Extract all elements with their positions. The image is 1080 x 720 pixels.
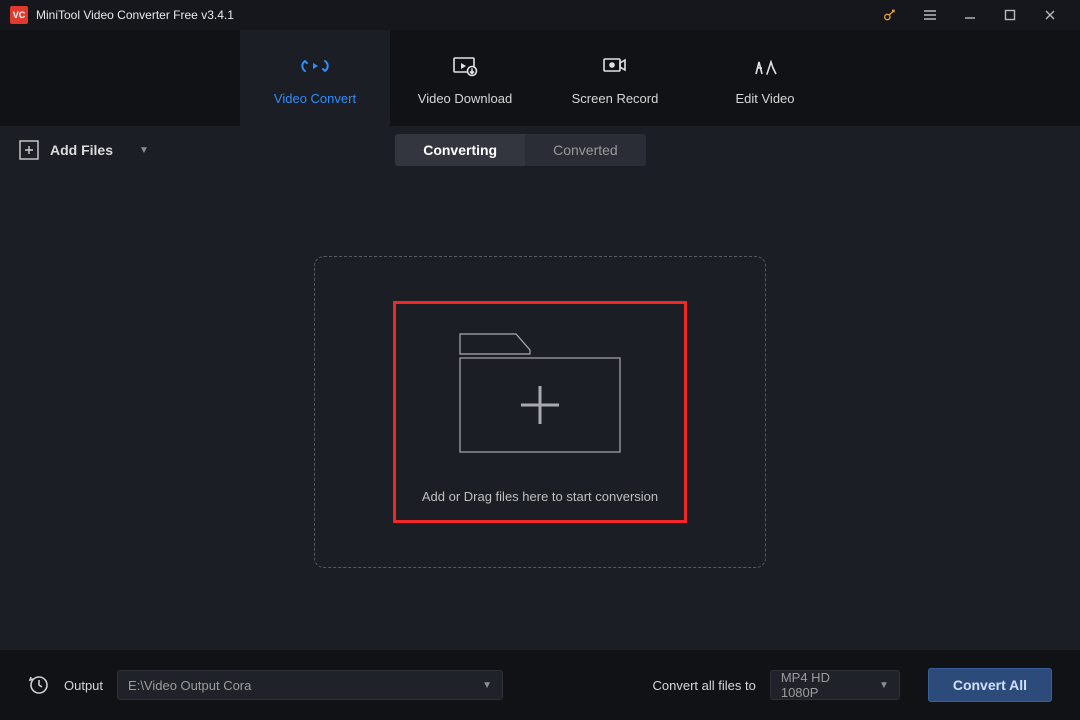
maximize-button[interactable] bbox=[990, 0, 1030, 30]
close-button[interactable] bbox=[1030, 0, 1070, 30]
add-file-icon bbox=[18, 139, 40, 161]
tab-label: Edit Video bbox=[735, 91, 794, 106]
output-path-select[interactable]: E:\Video Output Cora ▼ bbox=[117, 670, 503, 700]
add-files-label: Add Files bbox=[50, 142, 113, 158]
format-value: MP4 HD 1080P bbox=[781, 670, 869, 700]
dropzone[interactable]: Add or Drag files here to start conversi… bbox=[393, 301, 687, 523]
chevron-down-icon: ▼ bbox=[879, 680, 889, 691]
convert-all-label: Convert all files to bbox=[653, 678, 756, 693]
edit-icon bbox=[750, 51, 780, 81]
dashed-dropframe: Add or Drag files here to start conversi… bbox=[314, 256, 766, 568]
convert-all-button[interactable]: Convert All bbox=[928, 668, 1052, 702]
chevron-down-icon: ▼ bbox=[482, 680, 492, 691]
main-tabs: Video Convert Video Download Screen Reco… bbox=[0, 30, 1080, 126]
main-area: Add or Drag files here to start conversi… bbox=[0, 174, 1080, 650]
status-segment: Converting Converted bbox=[395, 134, 645, 166]
titlebar: VC MiniTool Video Converter Free v3.4.1 bbox=[0, 0, 1080, 30]
download-icon bbox=[450, 51, 480, 81]
minimize-button[interactable] bbox=[950, 0, 990, 30]
folder-plus-icon bbox=[454, 320, 626, 465]
output-path-value: E:\Video Output Cora bbox=[128, 678, 251, 693]
record-icon bbox=[600, 51, 630, 81]
convert-icon bbox=[300, 51, 330, 81]
add-files-button[interactable]: Add Files ▼ bbox=[18, 139, 149, 161]
app-logo: VC bbox=[10, 6, 28, 24]
footer-bar: Output E:\Video Output Cora ▼ Convert al… bbox=[0, 650, 1080, 720]
tab-label: Video Download bbox=[418, 91, 512, 106]
dropzone-text: Add or Drag files here to start conversi… bbox=[422, 489, 658, 504]
chevron-down-icon: ▼ bbox=[139, 145, 149, 156]
tab-edit-video[interactable]: Edit Video bbox=[690, 30, 840, 126]
segment-converted[interactable]: Converted bbox=[525, 134, 646, 166]
history-icon[interactable] bbox=[28, 674, 50, 696]
upgrade-key-icon[interactable] bbox=[870, 0, 910, 30]
tab-screen-record[interactable]: Screen Record bbox=[540, 30, 690, 126]
tab-video-download[interactable]: Video Download bbox=[390, 30, 540, 126]
segment-converting[interactable]: Converting bbox=[395, 134, 525, 166]
tab-label: Screen Record bbox=[572, 91, 659, 106]
tab-label: Video Convert bbox=[274, 91, 356, 106]
format-select[interactable]: MP4 HD 1080P ▼ bbox=[770, 670, 900, 700]
menu-icon[interactable] bbox=[910, 0, 950, 30]
app-title: MiniTool Video Converter Free v3.4.1 bbox=[36, 8, 234, 22]
secondary-bar: Add Files ▼ Converting Converted bbox=[0, 126, 1080, 174]
tab-video-convert[interactable]: Video Convert bbox=[240, 30, 390, 126]
output-label: Output bbox=[64, 678, 103, 693]
